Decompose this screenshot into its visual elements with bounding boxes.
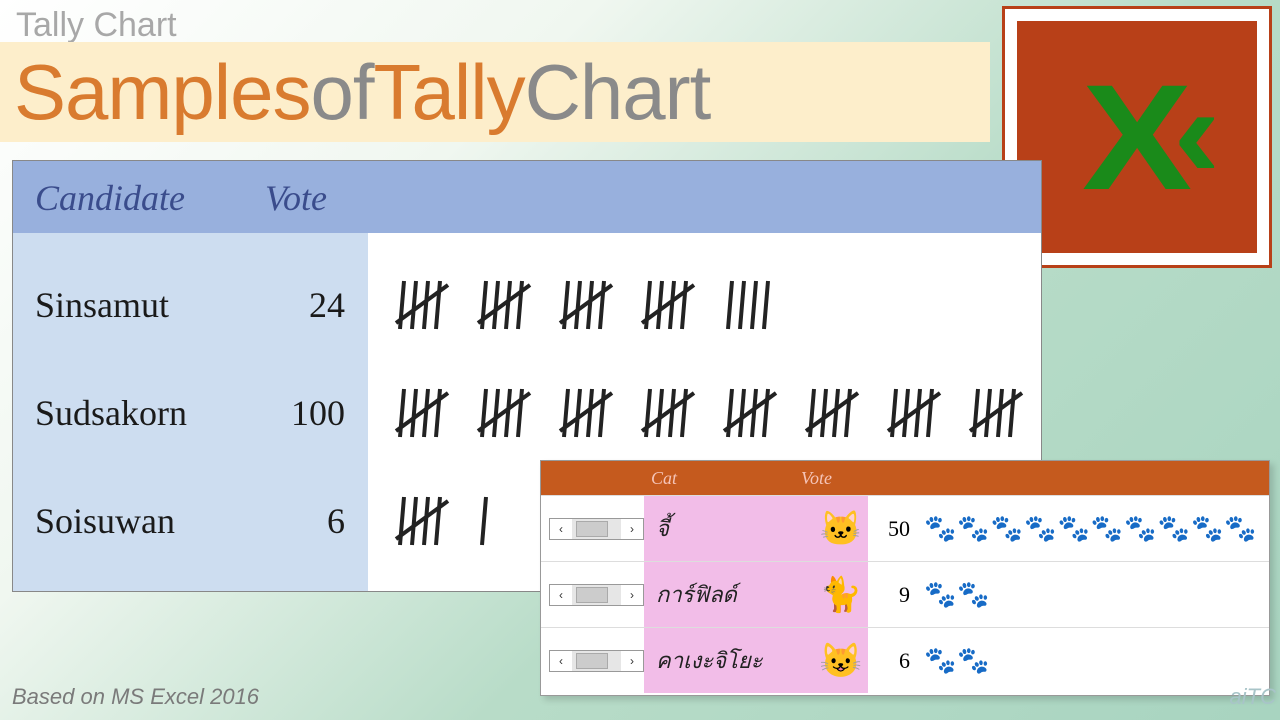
- tally-group-five-icon: [968, 383, 1024, 443]
- app-logo: X: [1002, 6, 1272, 268]
- paw-icon: 🐾: [957, 579, 989, 610]
- candidate-name: Sinsamut: [35, 284, 255, 326]
- tally-group-five-icon: [394, 275, 450, 335]
- tally-group-five-icon: [640, 383, 696, 443]
- paw-icon: 🐾: [924, 645, 956, 676]
- col-cat: Cat: [651, 468, 801, 489]
- excel-x-icon: X: [1082, 51, 1192, 224]
- title-word-1: Samples: [14, 47, 310, 138]
- tally-group-five-icon: [640, 275, 696, 335]
- tally-group-five-icon: [722, 383, 778, 443]
- candidate-vote: 24: [255, 284, 345, 326]
- candidate-name: Soisuwan: [35, 500, 255, 542]
- horizontal-scroller[interactable]: ‹›: [549, 584, 644, 606]
- page-title: Samples of Tally Chart: [0, 42, 990, 142]
- paw-icon: 🐾: [1024, 513, 1056, 544]
- cat-name: จี้: [644, 496, 814, 561]
- paw-icon: 🐾: [1224, 513, 1256, 544]
- tally-group-five-icon: [558, 383, 614, 443]
- cat-avatar-icon: 🐈: [814, 562, 868, 627]
- candidate-vote: 6: [255, 500, 345, 542]
- footer-note: Based on MS Excel 2016: [12, 684, 259, 710]
- paw-icon: 🐾: [924, 579, 956, 610]
- cat-avatar-icon: 🐱: [814, 496, 868, 561]
- paw-tally: 🐾🐾: [918, 579, 1269, 610]
- cat-vote: 6: [868, 648, 918, 674]
- paw-icon: 🐾: [1091, 513, 1123, 544]
- horizontal-scroller[interactable]: ‹›: [549, 518, 644, 540]
- scroll-track[interactable]: [572, 519, 621, 539]
- tally-group-five-icon: [558, 275, 614, 335]
- paw-icon: 🐾: [1058, 513, 1090, 544]
- tally-group-five-icon: [886, 383, 942, 443]
- cat-vote: 9: [868, 582, 918, 608]
- scroll-left-button[interactable]: ‹: [550, 519, 572, 539]
- paw-tally: 🐾🐾: [918, 645, 1269, 676]
- tally-group-remainder-icon: [476, 491, 496, 551]
- scroll-left-button[interactable]: ‹: [550, 585, 572, 605]
- scroll-right-button[interactable]: ›: [621, 585, 643, 605]
- cat-avatar-icon: 😺: [814, 628, 868, 693]
- paw-icon: 🐾: [1124, 513, 1156, 544]
- table-row: ‹›จี้🐱50🐾🐾🐾🐾🐾🐾🐾🐾🐾🐾: [541, 495, 1269, 561]
- scroll-thumb[interactable]: [576, 521, 608, 537]
- paw-icon: 🐾: [991, 513, 1023, 544]
- col-vote: Vote: [801, 468, 901, 489]
- cat-name: การ์ฟิลด์: [644, 562, 814, 627]
- paw-tally: 🐾🐾🐾🐾🐾🐾🐾🐾🐾🐾: [918, 513, 1269, 544]
- cat-tally-chart: Cat Vote ‹›จี้🐱50🐾🐾🐾🐾🐾🐾🐾🐾🐾🐾‹›การ์ฟิลด์🐈9…: [540, 460, 1270, 696]
- paw-icon: 🐾: [924, 513, 956, 544]
- title-word-2: of: [310, 47, 373, 138]
- paw-icon: 🐾: [957, 513, 989, 544]
- scroll-track[interactable]: [572, 651, 621, 671]
- tally-group-five-icon: [394, 491, 450, 551]
- cat-name: คาเงะจิโยะ: [644, 628, 814, 693]
- col-vote: Vote: [265, 177, 385, 219]
- tally-group-five-icon: [476, 275, 532, 335]
- tally-group-five-icon: [804, 383, 860, 443]
- horizontal-scroller[interactable]: ‹›: [549, 650, 644, 672]
- footer-right: aiTC: [1230, 684, 1276, 710]
- scroll-track[interactable]: [572, 585, 621, 605]
- paw-icon: 🐾: [957, 645, 989, 676]
- candidate-vote: 100: [255, 392, 345, 434]
- col-candidate: Candidate: [35, 177, 265, 219]
- tally-marks-row: [394, 251, 1041, 359]
- tally-group-remainder-icon: [722, 275, 778, 335]
- tally-marks-row: [394, 359, 1041, 467]
- scroll-left-button[interactable]: ‹: [550, 651, 572, 671]
- table-row: Sinsamut 24: [35, 251, 368, 359]
- subtitle: Tally Chart: [16, 6, 177, 45]
- scroll-right-button[interactable]: ›: [621, 519, 643, 539]
- table-row: ‹›การ์ฟิลด์🐈9🐾🐾: [541, 561, 1269, 627]
- cat-table-header: Cat Vote: [541, 461, 1269, 495]
- scroll-right-button[interactable]: ›: [621, 651, 643, 671]
- table-row: Soisuwan 6: [35, 467, 368, 575]
- table-row: ‹›คาเงะจิโยะ😺6🐾🐾: [541, 627, 1269, 693]
- scroll-thumb[interactable]: [576, 653, 608, 669]
- tally-group-five-icon: [476, 383, 532, 443]
- title-word-3: Tally: [374, 47, 525, 138]
- title-word-4: Chart: [525, 47, 711, 138]
- candidate-table-header: Candidate Vote: [13, 161, 1041, 233]
- candidate-name: Sudsakorn: [35, 392, 255, 434]
- paw-icon: 🐾: [1191, 513, 1223, 544]
- paw-icon: 🐾: [1158, 513, 1190, 544]
- cat-vote: 50: [868, 516, 918, 542]
- tally-group-five-icon: [394, 383, 450, 443]
- scroll-thumb[interactable]: [576, 587, 608, 603]
- table-row: Sudsakorn 100: [35, 359, 368, 467]
